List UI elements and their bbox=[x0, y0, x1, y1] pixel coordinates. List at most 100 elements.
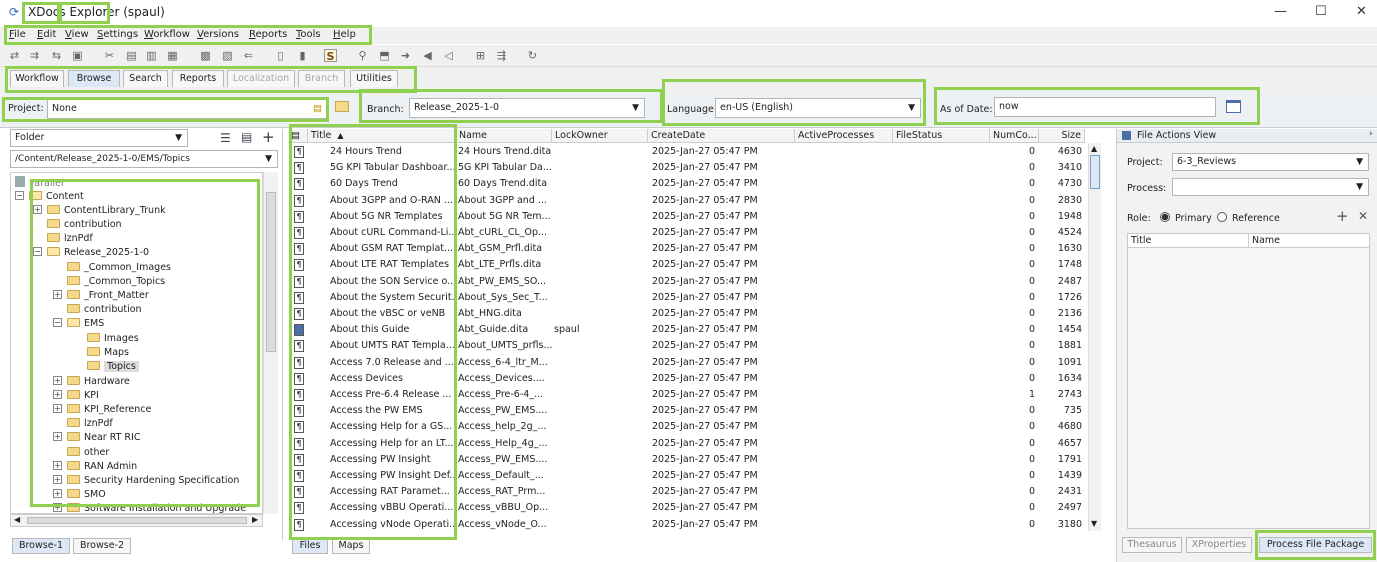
close-button[interactable]: ✕ bbox=[1356, 4, 1367, 19]
table-row[interactable]: ¶ About GSM RAT Templat... Abt_GSM_Prfl.di… bbox=[288, 241, 1085, 257]
table-row[interactable]: ¶ Access Pre-6.4 Release ... Access_Pre-6-… bbox=[288, 387, 1085, 403]
tree-node-kpi[interactable]: + KPI bbox=[53, 389, 99, 403]
tab-browse[interactable]: Browse bbox=[68, 70, 120, 87]
language-select[interactable]: en-US (English) ▼ bbox=[715, 98, 921, 118]
table-row[interactable]: ¶ 24 Hours Trend 24 Hours Trend.dita 2025-J… bbox=[288, 144, 1085, 160]
tree-horizontal-scrollbar[interactable]: ◀ ▶ bbox=[10, 514, 263, 527]
scroll-left-icon[interactable]: ◀ bbox=[14, 515, 20, 524]
column-header-filestatus[interactable]: FileStatus bbox=[893, 129, 990, 143]
column-header-lockowner[interactable]: LockOwner bbox=[552, 129, 648, 143]
add-icon[interactable]: + bbox=[262, 128, 275, 146]
table-vertical-scrollbar[interactable]: ▲ ▼ bbox=[1088, 143, 1101, 531]
scroll-thumb[interactable] bbox=[1090, 155, 1100, 189]
open-folder-icon[interactable] bbox=[335, 101, 349, 112]
scroll-down-icon[interactable]: ▼ bbox=[1091, 519, 1097, 528]
table-row[interactable]: ¶ Accessing RAT Paramet... Access_RAT_Prm.… bbox=[288, 484, 1085, 500]
column-header-createdate[interactable]: CreateDate bbox=[648, 129, 795, 143]
column-header-size[interactable]: Size bbox=[1039, 129, 1085, 143]
column-header-title[interactable]: Title ▲ bbox=[308, 129, 456, 143]
paste-special-icon[interactable]: ▦ bbox=[166, 49, 179, 62]
tab-workflow[interactable]: Workflow bbox=[10, 70, 64, 87]
table-row[interactable]: ¶ About 5G NR Templates About 5G NR Tem...… bbox=[288, 209, 1085, 225]
table-row[interactable]: ¶ Accessing PW Insight Access_PW_EMS.... 20… bbox=[288, 452, 1085, 468]
expand-icon[interactable]: + bbox=[53, 475, 62, 484]
tree-vertical-scrollbar[interactable] bbox=[263, 172, 278, 514]
list-view-icon[interactable]: ☰ bbox=[220, 131, 231, 145]
table-row[interactable]: ¶ Accessing PW Insight Def... Access_Defau… bbox=[288, 468, 1085, 484]
menu-help[interactable]: Help bbox=[333, 29, 356, 40]
table-row[interactable]: About this Guide Abt_Guide.dita spaul 2025-… bbox=[288, 322, 1085, 338]
collapse-icon[interactable]: − bbox=[53, 318, 62, 327]
table-row[interactable]: ¶ About LTE RAT Templates Abt_LTE_Prfls.di… bbox=[288, 257, 1085, 273]
tree-node-software-install[interactable]: + Software Installation and Upgrade bbox=[53, 502, 246, 513]
table-row[interactable]: ¶ Access the PW EMS Access_PW_EMS.... 2025-… bbox=[288, 403, 1085, 419]
column-picker-icon[interactable]: ▤ bbox=[291, 130, 300, 141]
menu-view[interactable]: View bbox=[65, 29, 89, 40]
tree-node-common-topics[interactable]: _Common_Topics bbox=[67, 275, 165, 289]
menu-workflow[interactable]: Workflow bbox=[144, 29, 190, 40]
remove-item-icon[interactable]: ✕ bbox=[1358, 209, 1368, 223]
tree-node-other[interactable]: other bbox=[67, 446, 109, 460]
tree-node-ems[interactable]: − EMS bbox=[53, 317, 104, 331]
column-header-title[interactable]: Title bbox=[1128, 234, 1249, 248]
expand-icon[interactable]: + bbox=[33, 205, 42, 214]
tree-node-lznpdf-2[interactable]: lznPdf bbox=[67, 417, 113, 431]
table-row[interactable]: ¶ About 3GPP and O-RAN ... About 3GPP and … bbox=[288, 193, 1085, 209]
table-row[interactable]: ¶ Accessing vNode Operati... Access_vNode_… bbox=[288, 517, 1085, 531]
forward-icon[interactable]: ➜ bbox=[399, 49, 412, 62]
grid-icon[interactable]: ⊞ bbox=[474, 49, 487, 62]
tab-search[interactable]: Search bbox=[123, 70, 168, 87]
refresh-icon[interactable]: ↻ bbox=[526, 49, 539, 62]
details-view-icon[interactable]: ▤ bbox=[241, 130, 252, 144]
reference-radio[interactable] bbox=[1217, 212, 1227, 222]
tree-node-ran-admin[interactable]: + RAN Admin bbox=[53, 460, 137, 474]
table-row[interactable]: ¶ Access 7.0 Release and ... Access_6-4_lt… bbox=[288, 355, 1085, 371]
column-header-activeprocesses[interactable]: ActiveProcesses bbox=[795, 129, 893, 143]
tree-node-lznpdf[interactable]: lznPdf bbox=[47, 232, 93, 246]
checkin-icon[interactable]: ⇉ bbox=[28, 49, 41, 62]
tab-browse-1[interactable]: Browse-1 bbox=[12, 538, 70, 554]
tree-node-contribution-2[interactable]: contribution bbox=[67, 303, 142, 317]
collapse-icon[interactable]: − bbox=[15, 191, 24, 200]
tree-node-contribution[interactable]: contribution bbox=[47, 218, 122, 232]
expand-icon[interactable]: + bbox=[53, 404, 62, 413]
tab-reports[interactable]: Reports bbox=[172, 70, 224, 87]
tab-utilities[interactable]: Utilities bbox=[350, 70, 398, 87]
copy-icon[interactable]: ▤ bbox=[125, 49, 138, 62]
properties-icon[interactable]: ▧ bbox=[221, 49, 234, 62]
view-select[interactable]: Folder ▼ bbox=[10, 129, 188, 147]
expand-icon[interactable]: + bbox=[53, 290, 62, 299]
column-picker-header[interactable]: ▤ bbox=[288, 129, 308, 143]
minimize-button[interactable]: — bbox=[1274, 4, 1287, 19]
tree-node-topics[interactable]: Topics bbox=[87, 360, 139, 374]
tree-node-smo[interactable]: + SMO bbox=[53, 488, 106, 502]
table-row[interactable]: ¶ About UMTS RAT Templa... About_UMTS_prfl… bbox=[288, 338, 1085, 354]
menu-file[interactable]: File bbox=[9, 29, 26, 40]
collapse-icon[interactable]: − bbox=[33, 247, 42, 256]
back-icon[interactable]: ◀ bbox=[421, 49, 434, 62]
collapse-panel-icon[interactable]: › bbox=[1369, 129, 1373, 139]
tab-browse-2[interactable]: Browse-2 bbox=[73, 538, 131, 554]
tab-thesaurus[interactable]: Thesaurus bbox=[1122, 537, 1182, 553]
process-select[interactable]: ▼ bbox=[1172, 178, 1369, 196]
column-header-numco[interactable]: NumCo... bbox=[990, 129, 1039, 143]
table-row[interactable]: ¶ Accessing vBBU Operati... Access_vBBU_Op… bbox=[288, 500, 1085, 516]
tree-node-release[interactable]: − Release_2025-1-0 bbox=[33, 246, 149, 260]
table-row[interactable]: ¶ About the SON Service o... Abt_PW_EMS_SO… bbox=[288, 274, 1085, 290]
tree-node-near-rt-ric[interactable]: + Near RT RIC bbox=[53, 431, 140, 445]
delete-icon[interactable]: ▩ bbox=[199, 49, 212, 62]
menu-versions[interactable]: Versions bbox=[197, 29, 239, 40]
expand-icon[interactable]: + bbox=[53, 432, 62, 441]
column-header-name[interactable]: Name bbox=[1249, 234, 1370, 248]
primary-radio[interactable] bbox=[1160, 212, 1170, 222]
document-icon[interactable]: ▯ bbox=[274, 49, 287, 62]
scroll-right-icon[interactable]: ▶ bbox=[252, 515, 258, 524]
table-row[interactable]: ¶ Access Devices Access_Devices.... 2025-Ja… bbox=[288, 371, 1085, 387]
scroll-up-icon[interactable]: ▲ bbox=[1091, 144, 1097, 153]
table-row[interactable]: ¶ About the System Securit... About_Sys_Se… bbox=[288, 290, 1085, 306]
add-item-icon[interactable]: + bbox=[1336, 207, 1349, 225]
tree-node-front-matter[interactable]: + _Front_Matter bbox=[53, 289, 149, 303]
table-row[interactable]: ¶ About the vBSC or veNB Abt_HNG.dita 2025-… bbox=[288, 306, 1085, 322]
asof-field[interactable]: now bbox=[994, 97, 1216, 117]
previous-icon[interactable]: ◁ bbox=[442, 49, 455, 62]
